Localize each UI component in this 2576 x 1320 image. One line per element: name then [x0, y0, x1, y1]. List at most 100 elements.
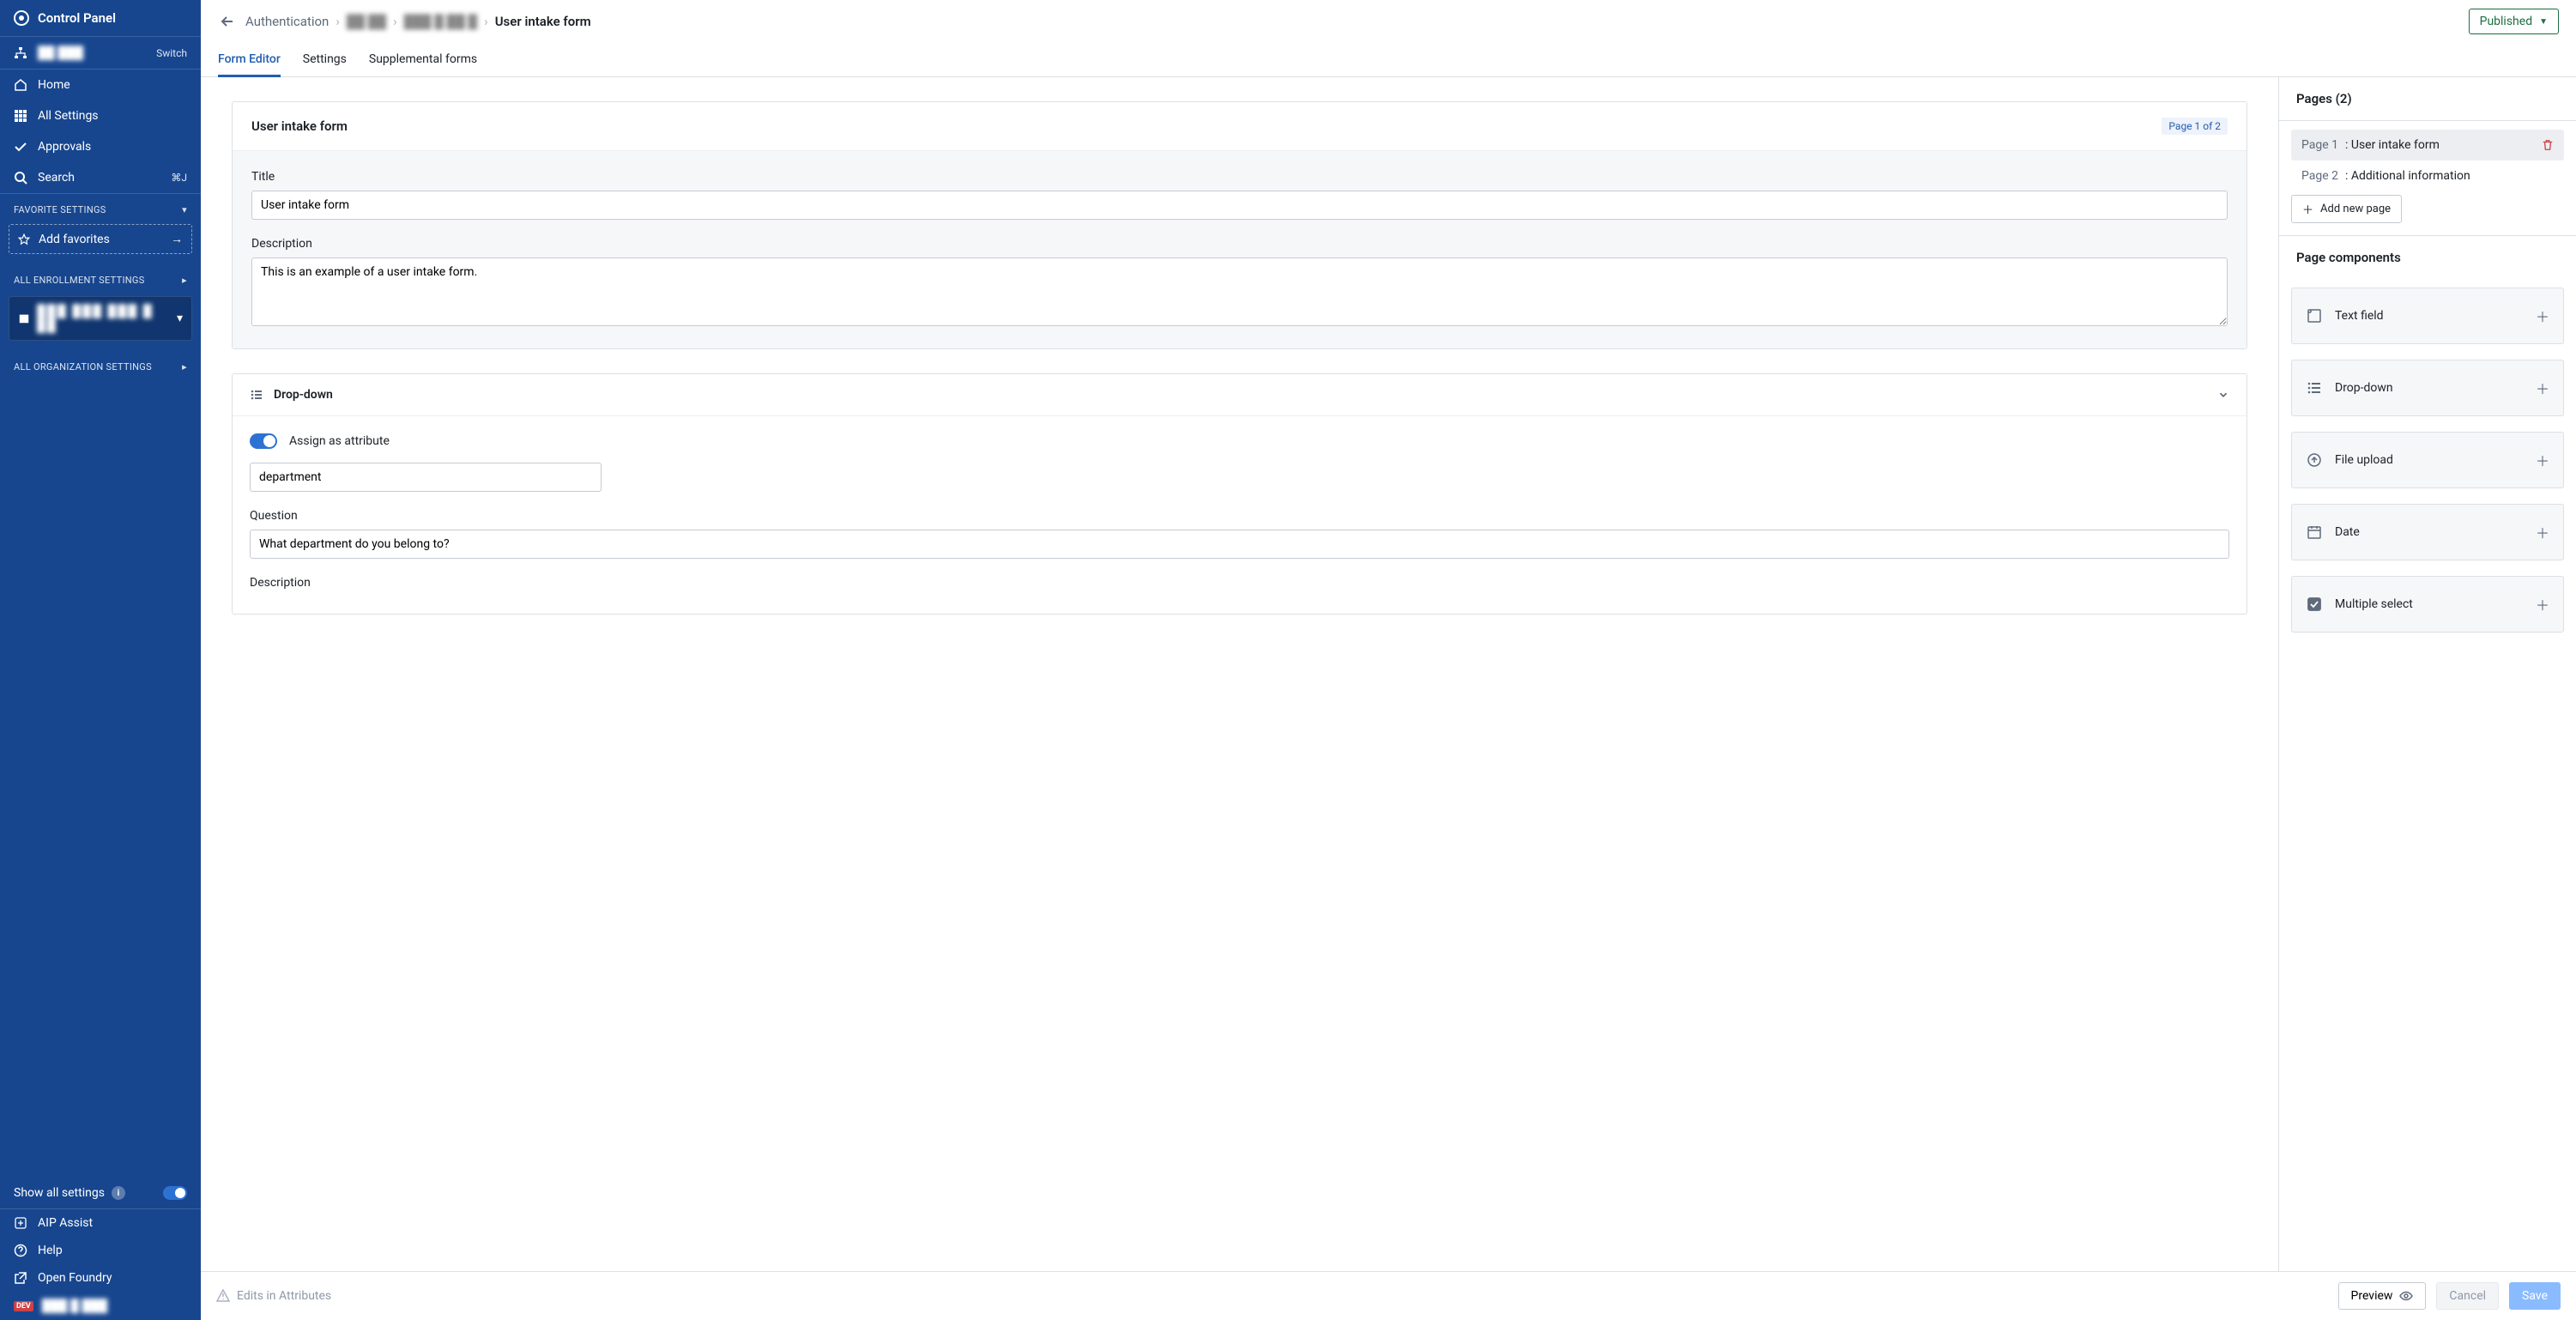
chevron-right-icon: ▸	[182, 361, 187, 372]
open-icon	[14, 1271, 27, 1285]
title-input[interactable]	[251, 191, 2228, 220]
plus-icon[interactable]: ＋	[2536, 306, 2549, 326]
chevron-down-icon: ▾	[182, 204, 187, 215]
breadcrumb: Authentication › ██ ██ › ███ █ ██ █ › Us…	[245, 14, 2460, 29]
attribute-name-input[interactable]	[250, 463, 602, 492]
diagram-icon	[14, 46, 27, 60]
enrollment-select[interactable]: ███ ███ ███ █ ██ ▾	[9, 296, 192, 341]
chevron-down-icon	[2217, 389, 2229, 401]
preview-label: Preview	[2351, 1289, 2393, 1303]
back-button[interactable]	[218, 12, 237, 31]
list-icon	[250, 388, 263, 402]
tab-settings[interactable]: Settings	[303, 44, 347, 76]
dropdown-card-title: Drop-down	[274, 388, 2207, 402]
main: Authentication › ██ ██ › ███ █ ██ █ › Us…	[201, 0, 2576, 1320]
multi-icon	[2306, 596, 2323, 612]
crumb-authentication[interactable]: Authentication	[245, 14, 329, 29]
help-icon	[14, 1244, 27, 1257]
switch-context-row[interactable]: ██ ███ Switch	[0, 37, 201, 69]
favorites-header[interactable]: FAVORITE SETTINGS ▾	[0, 194, 201, 221]
sidebar-item-label: AIP Assist	[38, 1216, 187, 1230]
warning-icon	[216, 1289, 230, 1303]
add-favorites-label: Add favorites	[39, 233, 110, 246]
form-title: User intake form	[251, 118, 348, 134]
sidebar-item-aip-assist[interactable]: AIP Assist	[0, 1209, 201, 1237]
star-icon	[18, 233, 30, 245]
sidebar-item-label: All Settings	[38, 109, 187, 123]
favorites-header-label: FAVORITE SETTINGS	[14, 204, 106, 215]
preview-button[interactable]: Preview	[2338, 1282, 2427, 1310]
sidebar-item-help[interactable]: Help	[0, 1237, 201, 1264]
published-status-button[interactable]: Published ▼	[2469, 9, 2559, 34]
components-header: Page components	[2279, 236, 2576, 279]
crumb-redacted-2[interactable]: ███ █ ██ █	[404, 14, 478, 29]
switch-link[interactable]: Switch	[156, 47, 187, 59]
organization-header[interactable]: ALL ORGANIZATION SETTINGS ▸	[0, 351, 201, 378]
tab-supplemental-forms[interactable]: Supplemental forms	[369, 44, 477, 76]
show-all-settings-row: Show all settings i	[0, 1178, 201, 1208]
sidebar-item-open-foundry[interactable]: Open Foundry	[0, 1264, 201, 1292]
plus-icon: ＋	[2302, 201, 2313, 217]
page-list-item-2[interactable]: Page 2: Additional information	[2291, 160, 2564, 191]
enrollment-header-label: ALL ENROLLMENT SETTINGS	[14, 275, 145, 286]
topbar: Authentication › ██ ██ › ███ █ ██ █ › Us…	[201, 0, 2576, 44]
check-icon	[14, 140, 27, 154]
sidebar-item-home[interactable]: Home	[0, 70, 201, 100]
sidebar-item-label: Approvals	[38, 140, 187, 154]
sidebar-item-all-settings[interactable]: All Settings	[0, 100, 201, 131]
cancel-label: Cancel	[2449, 1289, 2486, 1303]
save-label: Save	[2522, 1289, 2548, 1303]
page-list-item-1[interactable]: Page 1 : User intake form	[2291, 130, 2564, 160]
sidebar-item-label: Open Foundry	[38, 1271, 187, 1285]
component-option-label: Text field	[2335, 309, 2536, 323]
component-option-drop-down[interactable]: Drop-down＋	[2291, 360, 2564, 416]
component-option-file-upload[interactable]: File upload＋	[2291, 432, 2564, 488]
page-name: : User intake form	[2345, 138, 2440, 152]
add-favorites-button[interactable]: Add favorites →	[9, 224, 192, 254]
sidebar-item-approvals[interactable]: Approvals	[0, 131, 201, 162]
trash-icon[interactable]	[2542, 139, 2554, 151]
form-canvas: User intake form Page 1 of 2 Title Descr…	[201, 77, 2278, 1271]
show-all-toggle[interactable]	[163, 1186, 187, 1200]
plus-icon[interactable]: ＋	[2536, 594, 2549, 615]
enrollment-header[interactable]: ALL ENROLLMENT SETTINGS ▸	[0, 264, 201, 291]
component-option-label: Date	[2335, 525, 2536, 539]
sidebar: Control Panel ██ ███ Switch HomeAll Sett…	[0, 0, 201, 1320]
upload-icon	[2306, 452, 2323, 468]
save-button[interactable]: Save	[2509, 1282, 2561, 1310]
description-input[interactable]	[251, 257, 2228, 326]
sidebar-item-label: Help	[38, 1244, 187, 1257]
grid-icon	[14, 109, 27, 123]
component-option-text-field[interactable]: Text field＋	[2291, 288, 2564, 344]
sidebar-item-search[interactable]: Search⌘J	[0, 162, 201, 193]
assign-attribute-label: Assign as attribute	[289, 434, 390, 448]
sidebar-item-label: Search	[38, 171, 160, 185]
component-option-multiple-select[interactable]: Multiple select＋	[2291, 576, 2564, 633]
hint-label: Edits in Attributes	[237, 1289, 331, 1303]
question-input[interactable]	[250, 530, 2229, 559]
assign-attribute-toggle[interactable]	[250, 433, 277, 449]
info-icon[interactable]: i	[112, 1186, 125, 1200]
textfield-icon	[2306, 308, 2323, 324]
cancel-button[interactable]: Cancel	[2436, 1282, 2499, 1310]
building-icon	[18, 312, 30, 324]
enrollment-value: ███ ███ ███ █ ██	[37, 304, 170, 333]
tabs: Form Editor Settings Supplemental forms	[201, 44, 2576, 77]
right-panel: Pages (2) Page 1: User intake formPage 2…	[2278, 77, 2576, 1271]
context-name: ██ ███	[38, 45, 146, 60]
dropdown-card-header[interactable]: Drop-down	[233, 374, 2246, 415]
arrow-right-icon: →	[171, 232, 183, 246]
page-prefix: Page 1	[2301, 138, 2338, 152]
tab-form-editor[interactable]: Form Editor	[218, 44, 281, 76]
add-page-label: Add new page	[2320, 203, 2391, 215]
add-page-button[interactable]: ＋ Add new page	[2291, 195, 2402, 223]
page-badge: Page 1 of 2	[2162, 118, 2228, 135]
dev-badge: DEV	[14, 1301, 33, 1311]
component-option-date[interactable]: Date＋	[2291, 504, 2564, 560]
crumb-redacted-1[interactable]: ██ ██	[347, 14, 386, 29]
plus-icon[interactable]: ＋	[2536, 522, 2549, 542]
plus-icon[interactable]: ＋	[2536, 378, 2549, 398]
plus-icon[interactable]: ＋	[2536, 450, 2549, 470]
home-icon	[14, 78, 27, 92]
show-all-label: Show all settings	[14, 1186, 105, 1200]
